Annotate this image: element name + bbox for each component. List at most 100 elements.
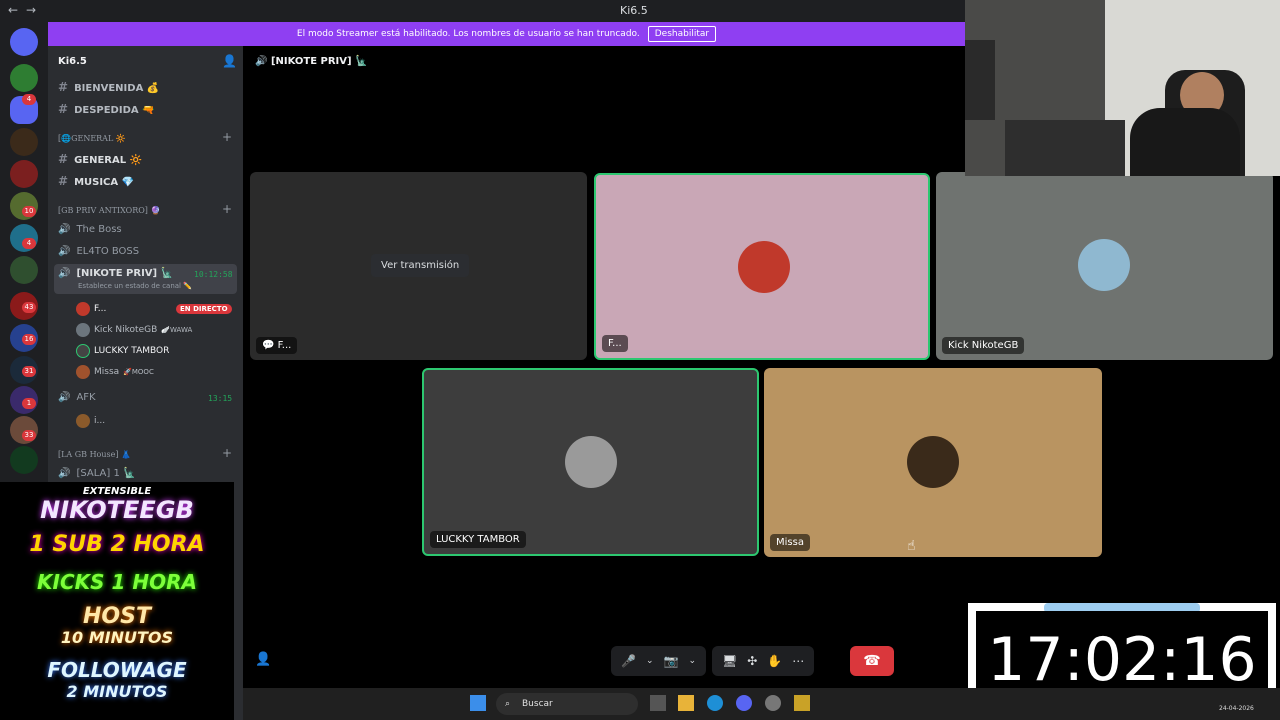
monitor-shape bbox=[965, 40, 995, 120]
channel-status[interactable]: Establece un estado de canal ✏️ bbox=[78, 282, 192, 290]
stage-title: 🔊 [NIKOTE PRIV] 🗽 bbox=[255, 56, 368, 67]
tile-label: 💬 F... bbox=[256, 337, 298, 354]
speaker-icon: 🔊 bbox=[58, 246, 71, 257]
promo-line: HOST bbox=[83, 604, 151, 629]
avatar bbox=[76, 344, 90, 358]
voice-user[interactable]: Kick NikoteGB 🪽WAWA bbox=[76, 323, 192, 337]
windows-taskbar: ⌕ Buscar 24-04-2026 bbox=[243, 688, 1280, 720]
hash-icon: # bbox=[58, 80, 69, 94]
promo-line: 1 SUB 2 HORA bbox=[29, 532, 205, 557]
clock-time: 17:02:16 bbox=[987, 625, 1257, 695]
disable-streamer-button[interactable]: Deshabilitar bbox=[647, 26, 717, 42]
soundboard-icon[interactable]: ✋ bbox=[767, 654, 782, 668]
stream-promo-overlay: EXTENSIBLE NIKOTEEGB 1 SUB 2 HORA KICKS … bbox=[0, 482, 234, 720]
guild-name: Ki6.5 bbox=[58, 56, 87, 67]
add-channel-icon[interactable]: + bbox=[222, 446, 232, 460]
promo-line: KICKS 1 HORA bbox=[37, 570, 197, 594]
taskbar-search[interactable]: ⌕ Buscar bbox=[496, 693, 638, 715]
app-icon[interactable] bbox=[794, 695, 810, 711]
avatar bbox=[76, 365, 90, 379]
obs-icon[interactable] bbox=[765, 695, 781, 711]
hash-icon: # bbox=[58, 102, 69, 116]
server-icon[interactable] bbox=[10, 446, 38, 474]
channel-bienvenida[interactable]: # BIENVENIDA 💰 bbox=[58, 80, 159, 94]
nav-arrows-icon[interactable]: ←→ bbox=[8, 3, 44, 17]
avatar bbox=[76, 323, 90, 337]
server-icon[interactable] bbox=[10, 256, 38, 284]
voice-user[interactable]: LUCKKY TAMBOR bbox=[76, 344, 169, 358]
channel-sala[interactable]: 🔊 [SALA] 1 🗽 bbox=[58, 468, 135, 479]
mouse-cursor-icon: ☝ bbox=[907, 538, 916, 554]
channel-afk[interactable]: 🔊 AFK bbox=[58, 392, 96, 403]
category-gb-house[interactable]: [LA GB House] 👗 bbox=[58, 450, 131, 459]
channel-nikote-priv[interactable]: 🔊 [NIKOTE PRIV] 🗽 bbox=[58, 268, 173, 279]
discord-home-icon[interactable] bbox=[10, 28, 38, 56]
channel-despedida[interactable]: # DESPEDIDA 🔫 bbox=[58, 102, 155, 116]
video-tile[interactable]: LUCKKY TAMBOR bbox=[422, 368, 759, 556]
server-icon[interactable] bbox=[10, 128, 38, 156]
guild-header[interactable]: Ki6.5 👤 bbox=[48, 46, 243, 78]
hash-icon: # bbox=[58, 174, 69, 188]
video-tile[interactable]: Ver transmisión 💬 F... bbox=[250, 172, 587, 360]
promo-line: NIKOTEEGB bbox=[40, 496, 194, 524]
server-list: 4 10 4 43 16 31 1 33 bbox=[0, 22, 48, 482]
streamer-mode-banner: El modo Streamer está habilitado. Los no… bbox=[48, 22, 965, 46]
more-icon[interactable]: ⋯ bbox=[792, 654, 804, 668]
chevron-down-icon[interactable]: ⌄ bbox=[646, 656, 654, 666]
add-channel-icon[interactable]: + bbox=[222, 130, 232, 144]
channel-sidebar: Ki6.5 👤 # BIENVENIDA 💰 # DESPEDIDA 🔫 [🌐GEN… bbox=[48, 46, 243, 482]
server-badge: 1 bbox=[22, 398, 36, 409]
add-member-icon[interactable]: 👤 bbox=[222, 54, 237, 68]
live-badge: EN DIRECTO bbox=[176, 304, 232, 314]
file-explorer-icon[interactable] bbox=[678, 695, 694, 711]
add-channel-icon[interactable]: + bbox=[222, 202, 232, 216]
channel-el4to-boss[interactable]: 🔊 EL4TO BOSS bbox=[58, 246, 139, 257]
server-icon[interactable] bbox=[10, 160, 38, 188]
video-tile[interactable]: Missa bbox=[764, 368, 1102, 557]
clock-panel: 17:02:16 bbox=[976, 611, 1268, 699]
sidebar-strip bbox=[234, 482, 243, 720]
category-gb-priv[interactable]: [GB PRIV ANTIXORO] 🔮 bbox=[58, 206, 160, 215]
avatar bbox=[565, 436, 617, 488]
discord-icon[interactable] bbox=[736, 695, 752, 711]
voice-user[interactable]: i... bbox=[76, 414, 105, 428]
window-title: Ki6.5 bbox=[620, 4, 648, 17]
voice-user[interactable]: Missa 🚀MOOC bbox=[76, 365, 154, 379]
edge-icon[interactable] bbox=[707, 695, 723, 711]
server-icon[interactable] bbox=[10, 64, 38, 92]
webcam-overlay bbox=[965, 0, 1280, 176]
activities-icon[interactable]: ✣ bbox=[747, 654, 757, 668]
task-view-icon[interactable] bbox=[650, 695, 666, 711]
channel-musica[interactable]: # MUSICA 💎 bbox=[58, 174, 134, 188]
banner-text: El modo Streamer está habilitado. Los no… bbox=[296, 29, 640, 39]
channel-general[interactable]: # GENERAL 🔆 bbox=[58, 152, 142, 166]
chevron-down-icon[interactable]: ⌄ bbox=[688, 656, 696, 666]
speaker-icon: 🔊 bbox=[58, 392, 71, 403]
avatar bbox=[76, 414, 90, 428]
server-badge: 33 bbox=[22, 430, 36, 441]
microphone-icon[interactable]: 🎤 bbox=[621, 654, 636, 668]
tile-label: Kick NikoteGB bbox=[942, 337, 1025, 354]
call-controls: 🎤 ⌄ 📷 ⌄ 🖥 ✣ ✋ ⋯ bbox=[611, 646, 815, 676]
taskbar-date: 24-04-2026 bbox=[1219, 705, 1254, 712]
tile-label: Missa bbox=[770, 534, 810, 551]
video-tile[interactable]: Kick NikoteGB bbox=[936, 172, 1273, 360]
channel-the-boss[interactable]: 🔊 The Boss bbox=[58, 224, 122, 235]
video-tile[interactable]: F... bbox=[594, 173, 930, 360]
hash-icon: # bbox=[58, 152, 69, 166]
nikote-timer: 10:12:58 bbox=[194, 270, 233, 279]
server-badge: 10 bbox=[22, 206, 36, 217]
add-user-icon[interactable]: 👤 bbox=[255, 652, 271, 667]
view-stream-button[interactable]: Ver transmisión bbox=[371, 254, 470, 277]
desk-shape bbox=[1005, 120, 1125, 176]
avatar bbox=[907, 436, 959, 488]
server-badge: 43 bbox=[22, 302, 36, 313]
speaker-icon: 🔊 bbox=[58, 224, 71, 235]
camera-off-icon[interactable]: 📷 bbox=[664, 654, 679, 668]
server-badge: 31 bbox=[22, 366, 36, 377]
disconnect-button[interactable]: ☎ bbox=[850, 646, 894, 676]
windows-start-icon[interactable] bbox=[470, 695, 486, 711]
screen-share-icon[interactable]: 🖥 bbox=[722, 654, 737, 668]
voice-user[interactable]: F... bbox=[76, 302, 106, 316]
category-general[interactable]: [🌐GENERAL 🔆 bbox=[58, 134, 126, 143]
